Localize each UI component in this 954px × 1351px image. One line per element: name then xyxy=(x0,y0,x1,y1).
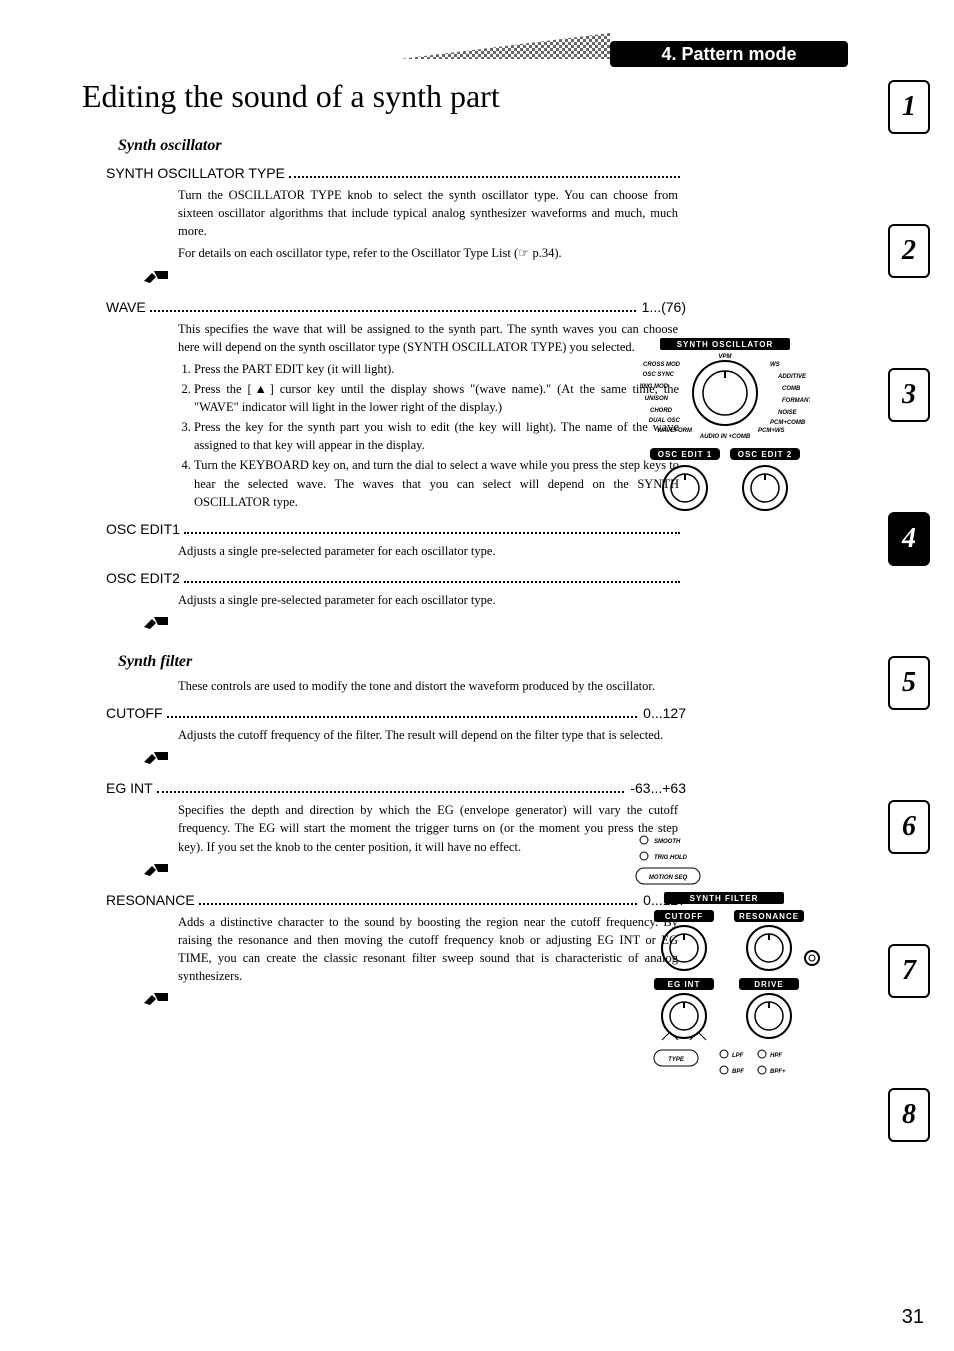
steps-wave: Press the PART EDIT key (it will light).… xyxy=(194,360,679,511)
leader-dots xyxy=(150,303,636,311)
note-icon xyxy=(142,748,172,770)
tab-7[interactable]: 7 xyxy=(888,944,930,998)
label-wave: WAVE xyxy=(106,299,146,315)
step-4: Turn the KEYBOARD key on, and turn the d… xyxy=(194,456,679,510)
svg-text:WAVEFORM: WAVEFORM xyxy=(657,428,693,434)
svg-text:RESONANCE: RESONANCE xyxy=(739,912,799,921)
svg-text:TRIG HOLD: TRIG HOLD xyxy=(654,855,688,861)
svg-text:MOTION SEQ: MOTION SEQ xyxy=(649,875,688,881)
value-egint: -63...+63 xyxy=(628,780,686,796)
leader-dots xyxy=(167,710,638,718)
svg-text:SYNTH FILTER: SYNTH FILTER xyxy=(690,894,759,903)
svg-text:RING MOD: RING MOD xyxy=(640,384,669,390)
leader-dots xyxy=(184,525,680,533)
text-wave: This specifies the wave that will be ass… xyxy=(178,320,678,356)
value-wave: 1...(76) xyxy=(640,299,686,315)
svg-text:DRIVE: DRIVE xyxy=(754,980,783,989)
label-resonance: RESONANCE xyxy=(106,892,195,908)
svg-text:WS: WS xyxy=(770,362,780,368)
note-icon xyxy=(142,989,172,1011)
page-number: 31 xyxy=(902,1306,924,1329)
svg-text:CHORD: CHORD xyxy=(650,408,673,414)
svg-text:AUDIO IN +COMB: AUDIO IN +COMB xyxy=(699,434,751,440)
leader-dots xyxy=(157,785,625,793)
label-cutoff: CUTOFF xyxy=(106,705,163,721)
tab-5[interactable]: 5 xyxy=(888,656,930,710)
header-checker xyxy=(400,33,610,59)
illustration-synth-oscillator: SYNTH OSCILLATOR CROSS MOD OSC SYNC RING… xyxy=(640,338,810,523)
svg-text:EG INT: EG INT xyxy=(668,980,701,989)
value-cutoff: 0...127 xyxy=(641,705,686,721)
svg-text:DUAL OSC: DUAL OSC xyxy=(649,418,681,424)
text-egint: Specifies the depth and direction by whi… xyxy=(178,801,678,855)
svg-text:ADDITIVE: ADDITIVE xyxy=(777,374,807,380)
row-wave: WAVE 1...(76) xyxy=(106,299,686,316)
tab-4[interactable]: 4 xyxy=(888,512,930,566)
text-osc-type-2: For details on each oscillator type, ref… xyxy=(178,244,678,262)
svg-text:FORMANT: FORMANT xyxy=(782,398,810,404)
panel-title: SYNTH OSCILLATOR xyxy=(677,340,774,349)
svg-text:PCM+WS: PCM+WS xyxy=(758,428,785,434)
svg-text:CUTOFF: CUTOFF xyxy=(665,912,703,921)
svg-text:OSC EDIT 1: OSC EDIT 1 xyxy=(658,450,712,459)
svg-text:VPM: VPM xyxy=(718,354,732,360)
note-icon xyxy=(142,613,172,635)
svg-text:UNISON: UNISON xyxy=(645,396,669,402)
label-osc-edit2: OSC EDIT2 xyxy=(106,570,180,586)
row-osc-type: SYNTH OSCILLATOR TYPE xyxy=(106,165,686,182)
text-filter-intro: These controls are used to modify the to… xyxy=(178,677,678,695)
svg-text:BPF+: BPF+ xyxy=(770,1069,786,1075)
leader-dots xyxy=(184,574,680,582)
row-osc-edit2: OSC EDIT2 xyxy=(106,570,686,587)
step-2: Press the [▲] cursor key until the displ… xyxy=(194,380,679,416)
illustration-synth-filter: SMOOTH TRIG HOLD MOTION SEQ SYNTH FILTER… xyxy=(624,830,824,1085)
label-osc-edit1: OSC EDIT1 xyxy=(106,521,180,537)
text-osc-edit1: Adjusts a single pre-selected parameter … xyxy=(178,542,678,560)
row-resonance: RESONANCE 0...127 xyxy=(106,892,686,909)
row-egint: EG INT -63...+63 xyxy=(106,780,686,797)
svg-text:OSC EDIT 2: OSC EDIT 2 xyxy=(738,450,792,459)
step-3: Press the key for the synth part you wis… xyxy=(194,418,679,454)
row-osc-edit1: OSC EDIT1 xyxy=(106,521,686,538)
label-egint: EG INT xyxy=(106,780,153,796)
breadcrumb: 4. Pattern mode xyxy=(610,41,848,67)
leader-dots xyxy=(199,896,637,904)
tab-1[interactable]: 1 xyxy=(888,80,930,134)
svg-text:OSC SYNC: OSC SYNC xyxy=(643,372,675,378)
svg-text:NOISE: NOISE xyxy=(778,410,798,416)
page-title: Editing the sound of a synth part xyxy=(82,78,692,115)
heading-synth-filter: Synth filter xyxy=(118,653,692,671)
svg-text:HPF: HPF xyxy=(770,1053,782,1059)
side-tabs: 1 2 3 4 5 6 7 8 xyxy=(888,80,930,1142)
tab-6[interactable]: 6 xyxy=(888,800,930,854)
leader-dots xyxy=(289,170,680,178)
text-resonance: Adds a distinctive character to the soun… xyxy=(178,913,678,986)
row-cutoff: CUTOFF 0...127 xyxy=(106,705,686,722)
note-icon xyxy=(142,267,172,289)
svg-text:TYPE: TYPE xyxy=(668,1057,685,1063)
heading-synth-oscillator: Synth oscillator xyxy=(118,137,692,155)
tab-3[interactable]: 3 xyxy=(888,368,930,422)
svg-text:COMB: COMB xyxy=(782,386,801,392)
label-osc-type: SYNTH OSCILLATOR TYPE xyxy=(106,165,285,181)
svg-text:CROSS MOD: CROSS MOD xyxy=(643,362,681,368)
svg-text:LPF: LPF xyxy=(732,1053,744,1059)
content: Editing the sound of a synth part Synth … xyxy=(82,78,692,1019)
step-1: Press the PART EDIT key (it will light). xyxy=(194,360,679,378)
svg-text:SMOOTH: SMOOTH xyxy=(654,839,681,845)
text-osc-type: Turn the OSCILLATOR TYPE knob to select … xyxy=(178,186,678,240)
svg-text:PCM+COMB: PCM+COMB xyxy=(770,420,806,426)
tab-8[interactable]: 8 xyxy=(888,1088,930,1142)
text-osc-edit2: Adjusts a single pre-selected parameter … xyxy=(178,591,678,609)
note-icon xyxy=(142,860,172,882)
text-cutoff: Adjusts the cutoff frequency of the filt… xyxy=(178,726,678,744)
svg-text:BPF: BPF xyxy=(732,1069,744,1075)
tab-2[interactable]: 2 xyxy=(888,224,930,278)
